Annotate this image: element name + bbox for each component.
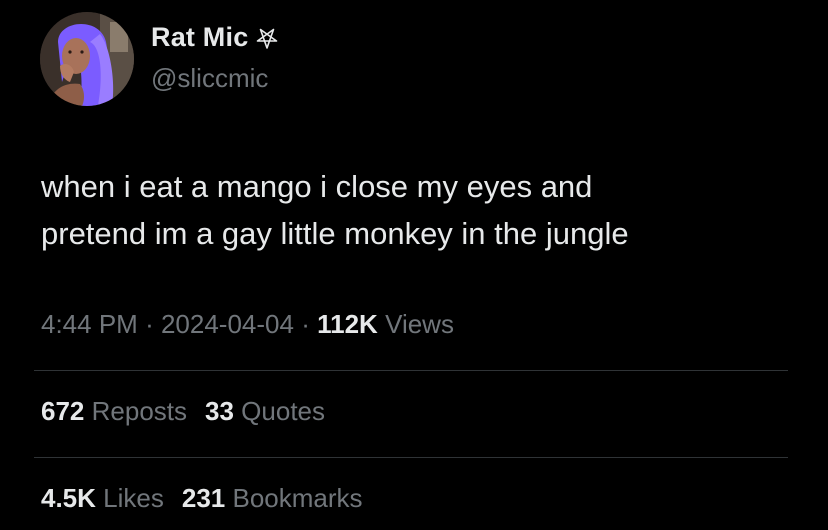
views-count: 112K [317,309,378,339]
reposts-count: 672 [41,396,85,426]
author-handle[interactable]: @sliccmic [151,63,268,94]
reposts-stat[interactable]: 672 Reposts [41,396,187,427]
quotes-count: 33 [205,396,234,426]
likes-stat[interactable]: 4.5K Likes [41,483,164,514]
meta-separator: · [301,309,310,339]
avatar-photo [40,12,134,106]
quotes-stat[interactable]: 33 Quotes [205,396,325,427]
tweet-card: Rat Mic @sliccmic when i eat a mango i c… [0,0,828,530]
likes-count: 4.5K [41,483,96,513]
bookmarks-label: Bookmarks [232,483,363,513]
divider [34,370,788,371]
reposts-label: Reposts [91,396,188,426]
divider [34,457,788,458]
tweet-time[interactable]: 4:44 PM [41,309,138,339]
views-label: Views [385,309,454,339]
meta-separator: · [145,309,154,339]
likes-label: Likes [103,483,164,513]
display-name[interactable]: Rat Mic [151,22,248,53]
inverted-pentagram-icon [254,25,280,51]
quotes-label: Quotes [241,396,325,426]
avatar[interactable] [40,12,134,106]
engagement-row-bottom: 4.5K Likes 231 Bookmarks [41,483,363,514]
bookmarks-stat[interactable]: 231 Bookmarks [182,483,363,514]
tweet-date[interactable]: 2024-04-04 [161,309,294,339]
engagement-row-top: 672 Reposts 33 Quotes [41,396,325,427]
tweet-text: when i eat a mango i close my eyes and p… [41,169,629,251]
bookmarks-count: 231 [181,483,226,513]
author-name-row[interactable]: Rat Mic [151,22,280,53]
tweet-meta: 4:44 PM · 2024-04-04 · 112K Views [41,309,454,340]
